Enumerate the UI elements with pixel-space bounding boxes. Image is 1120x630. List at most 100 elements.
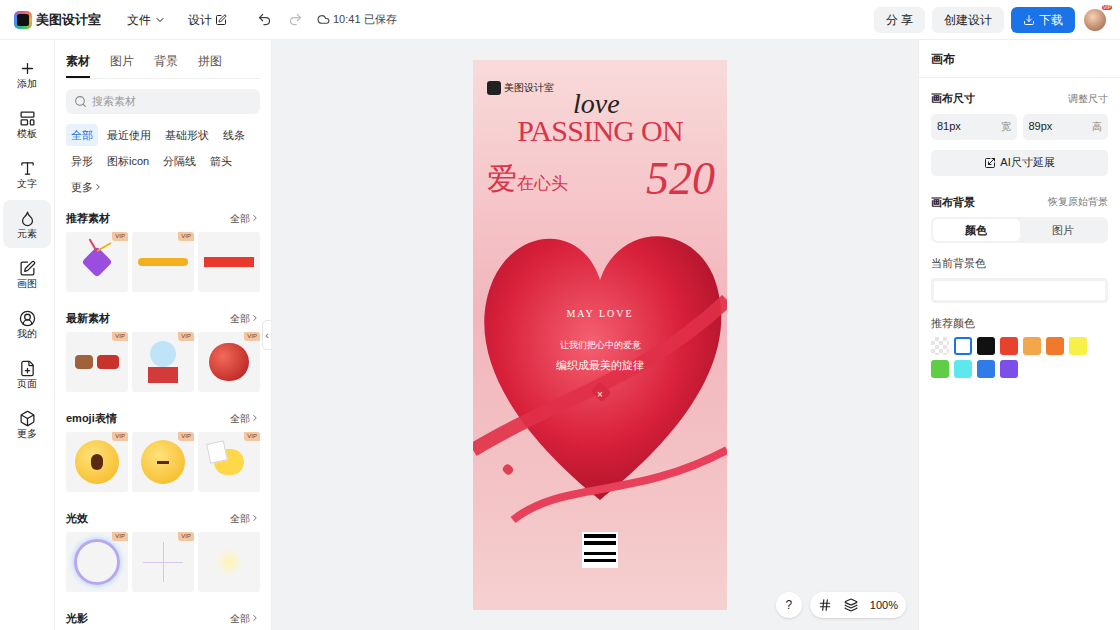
poster[interactable]: 美图设计室lovePASSING ON爱在心头520MAY LOVE让我们把心中… [473,60,727,610]
category-chip[interactable]: 分隔线 [158,150,201,172]
see-all-link[interactable]: 全部 [230,511,260,526]
canvas-toolbar: ? 100% [776,592,906,618]
zoom-bar: 100% [810,592,906,618]
search-field[interactable]: 搜索素材 [66,89,260,114]
rail-item[interactable]: 添加 [3,50,51,98]
vip-badge: VIP [244,432,260,441]
material-thumb[interactable]: VIP [198,332,260,392]
see-all-link[interactable]: 全部 [230,611,260,626]
color-swatch[interactable] [1046,337,1064,355]
see-all-link[interactable]: 全部 [230,411,260,426]
category-chip[interactable]: 箭头 [205,150,237,172]
category-chip[interactable]: 图标icon [102,150,154,172]
menu-item[interactable]: 设计 [188,11,227,29]
category-chip[interactable]: 最近使用 [102,124,156,146]
vip-badge: VIP [112,432,128,441]
background-mode-toggle: 颜色图片 [931,217,1108,243]
avatar[interactable]: VIP [1084,9,1106,31]
material-section: 推荐素材全部VIPVIP [66,210,260,292]
material-thumb[interactable]: VIP [132,332,194,392]
material-panel: 素材图片背景拼图搜索素材全部最近使用基础形状线条异形图标icon分隔线箭头更多推… [55,40,272,630]
color-swatch[interactable] [977,360,995,378]
color-swatch[interactable] [1000,360,1018,378]
chick-emoji-art [198,432,260,492]
poster-body: MAY LOVE让我们把心中的爱意编织成最美的旋律× [473,306,727,402]
material-thumb[interactable] [198,232,260,292]
color-swatch[interactable] [1000,337,1018,355]
zoom-level[interactable]: 100% [870,597,898,614]
chevron-right-icon [250,413,260,423]
mode-option[interactable]: 颜色 [933,219,1020,241]
redo-icon[interactable] [288,12,303,27]
material-thumb[interactable]: VIP [66,332,128,392]
layers-icon[interactable] [844,598,858,612]
help-button[interactable]: ? [776,592,802,618]
color-swatch[interactable] [1023,337,1041,355]
panel-tab[interactable]: 图片 [110,52,134,78]
brand-icon [487,81,501,95]
vip-badge: VIP [178,232,194,241]
vip-badge: VIP [244,332,260,341]
category-chip[interactable]: 异形 [66,150,98,172]
top-button[interactable]: 下载 [1011,7,1075,33]
color-swatch[interactable] [931,360,949,378]
rail-icon [19,310,36,327]
current-color-field[interactable] [931,278,1108,303]
panel-tab[interactable]: 拼图 [198,52,222,78]
top-button[interactable]: 创建设计 [932,7,1004,33]
material-thumb[interactable]: VIP [198,432,260,492]
color-swatch[interactable] [931,337,949,355]
material-thumb[interactable]: VIP [132,432,194,492]
rail-item[interactable]: 页面 [3,350,51,398]
undo-icon[interactable] [257,12,272,27]
see-all-link[interactable]: 全部 [230,311,260,326]
size-field[interactable]: 81px宽 [931,114,1017,140]
color-swatch[interactable] [954,337,972,355]
collapse-handle[interactable]: ‹ [262,320,272,350]
material-thumb[interactable]: VIP [66,432,128,492]
color-swatch[interactable] [954,360,972,378]
top-button[interactable]: 分 享 [874,7,925,33]
category-chip[interactable]: 全部 [66,124,98,146]
material-section: 最新素材全部VIPVIPVIP [66,310,260,392]
grid-icon[interactable] [818,598,832,612]
rail-item[interactable]: 我的 [3,300,51,348]
logo-icon [14,11,32,29]
app: 美图设计室文件设计10:41 已保存分 享创建设计下载VIP添加模板文字元素画图… [0,0,1120,630]
canvas-area: 美图设计室lovePASSING ON爱在心头520MAY LOVE让我们把心中… [272,40,918,630]
size-field[interactable]: 89px高 [1023,114,1109,140]
ai-extend-button[interactable]: AI尺寸延展 [931,150,1108,176]
material-thumb[interactable] [198,532,260,592]
rail-item[interactable]: 更多 [3,400,51,448]
rail-item[interactable]: 文字 [3,150,51,198]
rail-icon [19,410,36,427]
material-thumb[interactable]: VIP [66,232,128,292]
vip-badge: VIP [112,332,128,341]
mode-option[interactable]: 图片 [1020,219,1107,241]
see-all-link[interactable]: 全部 [230,211,260,226]
menu-item[interactable]: 文件 [127,11,166,29]
rail-item[interactable]: 模板 [3,100,51,148]
brush-stroke-art [132,232,194,292]
panel-tab[interactable]: 素材 [66,52,90,78]
rail-item[interactable]: 元素 [3,200,51,248]
material-thumb[interactable]: VIP [132,532,194,592]
rail-item[interactable]: 画图 [3,250,51,298]
cloud-icon [317,13,330,26]
category-chip[interactable]: 更多 [66,176,108,198]
app-logo[interactable]: 美图设计室 [14,10,101,30]
rail-icon [19,60,36,77]
left-rail: 添加模板文字元素画图我的页面更多 [0,40,55,630]
color-swatch[interactable] [1069,337,1087,355]
party-popper-art [66,232,128,292]
category-chip[interactable]: 基础形状 [160,124,214,146]
material-thumb[interactable]: VIP [66,532,128,592]
color-swatch[interactable] [977,337,995,355]
resize-link[interactable]: 调整尺寸 [1068,91,1108,106]
panel-tab[interactable]: 背景 [154,52,178,78]
material-thumb[interactable]: VIP [132,232,194,292]
category-chip[interactable]: 线条 [218,124,250,146]
chevron-right-icon [250,613,260,623]
rail-icon [19,210,36,227]
restore-link[interactable]: 恢复原始背景 [1048,194,1108,209]
